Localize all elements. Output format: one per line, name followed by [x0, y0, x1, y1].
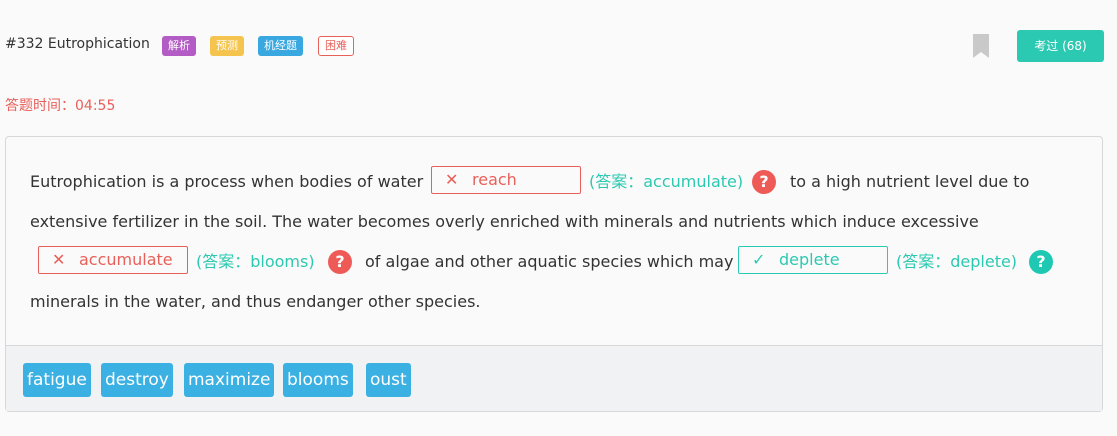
- blank-2[interactable]: ✕ accumulate: [38, 246, 188, 274]
- option-oust[interactable]: oust: [366, 363, 411, 397]
- passage-text: to a high nutrient level due to: [790, 172, 1030, 191]
- option-destroy[interactable]: destroy: [101, 363, 173, 397]
- correct-answer: (答案：blooms): [196, 252, 315, 271]
- tag-machine-question[interactable]: 机经题: [258, 36, 303, 56]
- question-header: #332 Eutrophication 解析 预测 机经题 困难 考过 (68): [5, 30, 1105, 62]
- blank-value: reach: [472, 170, 517, 189]
- correct-answer: (答案：deplete): [896, 252, 1018, 271]
- check-icon: ✓: [752, 250, 766, 269]
- tag-difficulty: 困难: [318, 36, 354, 56]
- passage-text: extensive fertilizer in the soil. The wa…: [30, 212, 979, 231]
- word-options: fatigue destroy maximize blooms oust: [6, 346, 1102, 411]
- option-blooms[interactable]: blooms: [283, 363, 353, 397]
- question-title: #332 Eutrophication: [5, 36, 150, 52]
- passage-text: minerals in the water, and thus endanger…: [30, 292, 481, 311]
- exam-count-button[interactable]: 考过 (68): [1017, 30, 1104, 62]
- option-fatigue[interactable]: fatigue: [23, 363, 91, 397]
- tag-analysis[interactable]: 解析: [162, 36, 196, 56]
- bookmark-icon[interactable]: [973, 34, 989, 58]
- passage-text: of algae and other aquatic species which…: [365, 252, 734, 271]
- blank-value: accumulate: [79, 250, 173, 269]
- help-icon[interactable]: ?: [752, 170, 776, 194]
- passage-text: Eutrophication is a process when bodies …: [30, 172, 424, 191]
- blank-1[interactable]: ✕ reach: [431, 166, 581, 194]
- blank-3[interactable]: ✓ deplete: [738, 246, 888, 274]
- blank-value: deplete: [779, 250, 840, 269]
- wrong-icon: ✕: [52, 250, 66, 269]
- passage: Eutrophication is a process when bodies …: [6, 137, 1102, 346]
- correct-answer: (答案：accumulate): [589, 172, 744, 191]
- wrong-icon: ✕: [445, 170, 459, 189]
- help-icon[interactable]: ?: [328, 250, 352, 274]
- question-panel: Eutrophication is a process when bodies …: [5, 136, 1103, 412]
- tag-predict[interactable]: 预测: [210, 36, 244, 56]
- option-maximize[interactable]: maximize: [184, 363, 275, 397]
- help-icon[interactable]: ?: [1029, 250, 1053, 274]
- answer-timer: 答题时间：04:55: [5, 98, 116, 114]
